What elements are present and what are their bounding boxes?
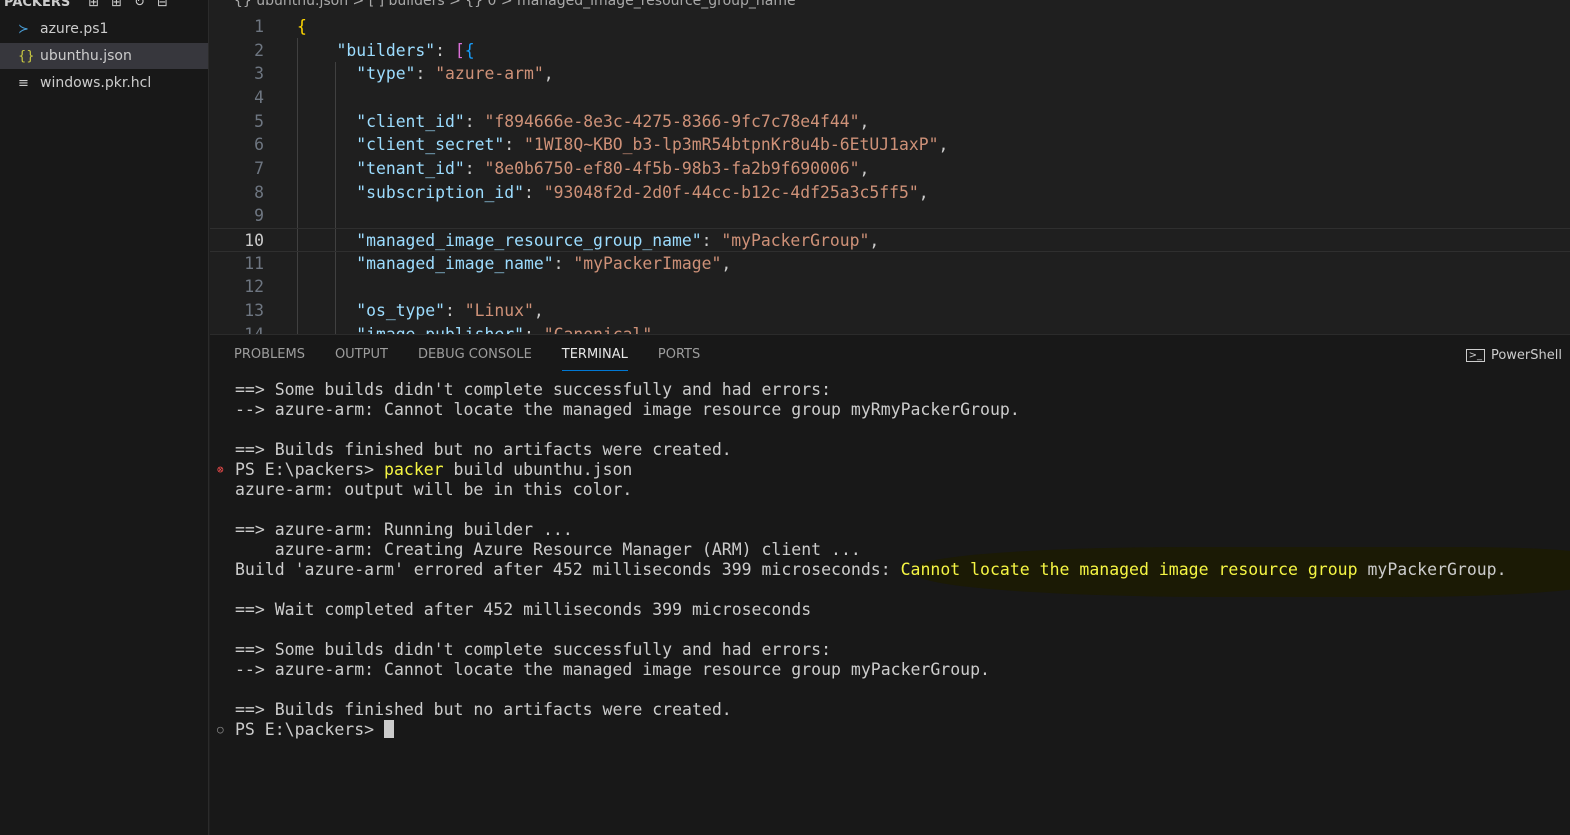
terminal-line: ⊗ PS E:\packers> packer build ubunthu.jso…: [217, 460, 633, 479]
line-number: 5: [254, 111, 264, 131]
code-text: "managed_image_resource_group_name": "my…: [356, 230, 880, 250]
code-text: "type": "azure-arm",: [356, 64, 554, 84]
collapse-icon[interactable]: ⊟: [157, 0, 168, 10]
code-line[interactable]: 1{: [210, 15, 1570, 39]
line-number: 13: [244, 300, 264, 320]
terminal-line: --> azure-arm: Cannot locate the managed…: [235, 660, 990, 679]
line-number: 2: [254, 40, 264, 60]
code-text: "builders": [{: [336, 40, 475, 60]
code-text: "client_id": "f894666e-8e3c-4275-8366-9f…: [356, 111, 870, 131]
tab-terminal[interactable]: TERMINAL: [561, 347, 628, 371]
terminal-output[interactable]: ==> Some builds didn't complete successf…: [217, 380, 1570, 740]
terminal-line: azure-arm: Creating Azure Resource Manag…: [235, 540, 861, 559]
code-line[interactable]: 3 "type": "azure-arm",: [210, 62, 1570, 86]
code-line[interactable]: 12: [210, 275, 1570, 299]
code-line[interactable]: 13 "os_type": "Linux",: [210, 299, 1570, 323]
code-line[interactable]: 11 "managed_image_name": "myPackerImage"…: [210, 252, 1570, 276]
file-azure-ps1[interactable]: ≻ azure.ps1: [0, 16, 208, 42]
command-decoration-icon: ○: [217, 723, 224, 736]
line-number: 3: [254, 64, 264, 84]
breadcrumb[interactable]: {} ubunthu.json > [ ] builders > {} 0 > …: [234, 0, 796, 9]
text-lines-icon: ≡: [18, 75, 29, 91]
line-number: 9: [254, 206, 264, 226]
terminal-shell-selector[interactable]: >_ PowerShell: [1465, 348, 1562, 363]
code-editor[interactable]: {} ubunthu.json > [ ] builders > {} 0 > …: [210, 0, 1570, 334]
code-line[interactable]: 8 "subscription_id": "93048f2d-2d0f-44cc…: [210, 181, 1570, 205]
code-text: "client_secret": "1WI8Q~KBO_b3-lp3mR54bt…: [356, 135, 949, 155]
file-ubunthu-json[interactable]: {} ubunthu.json: [0, 43, 208, 69]
terminal-line: ==> Some builds didn't complete successf…: [235, 640, 832, 659]
terminal-line: ==> Some builds didn't complete successf…: [235, 380, 832, 399]
file-windows-pkr-hcl[interactable]: ≡ windows.pkr.hcl: [0, 70, 208, 96]
file-label: windows.pkr.hcl: [40, 75, 152, 91]
powershell-icon: ≻: [18, 21, 29, 37]
line-number: 10: [244, 230, 264, 250]
code-line[interactable]: 14 "image_publisher": "Canonical",: [210, 323, 1570, 334]
line-number: 8: [254, 182, 264, 202]
new-folder-icon[interactable]: ⊞: [111, 0, 122, 10]
tab-ports[interactable]: PORTS: [658, 347, 700, 371]
tab-debug-console[interactable]: DEBUG CONSOLE: [418, 347, 532, 371]
bottom-panel: PROBLEMS OUTPUT DEBUG CONSOLE TERMINAL PORTS…: [210, 334, 1570, 835]
json-braces-icon: {}: [18, 48, 35, 64]
shell-label: PowerShell: [1490, 348, 1562, 363]
code-text: "managed_image_name": "myPackerImage",: [356, 253, 732, 273]
error-decoration-icon[interactable]: ⊗: [217, 460, 224, 480]
file-label: ubunthu.json: [40, 48, 132, 64]
folder-title[interactable]: PACKERS: [4, 0, 70, 10]
terminal-line: Build 'azure-arm' errored after 452 mill…: [235, 560, 1507, 579]
code-line[interactable]: 9: [210, 204, 1570, 228]
code-line[interactable]: 10 "managed_image_resource_group_name": …: [210, 227, 1570, 252]
code-line[interactable]: 5 "client_id": "f894666e-8e3c-4275-8366-…: [210, 110, 1570, 134]
terminal-prompt[interactable]: ○ PS E:\packers>: [217, 720, 1507, 740]
terminal-line: ==> Wait completed after 452 millisecond…: [235, 600, 812, 619]
line-number: 7: [254, 158, 264, 178]
terminal-line: ==> Builds finished but no artifacts wer…: [235, 440, 732, 459]
code-text: "image_publisher": "Canonical",: [297, 323, 662, 334]
terminal-cursor: [384, 720, 395, 738]
tab-output[interactable]: OUTPUT: [335, 347, 388, 371]
file-label: azure.ps1: [40, 21, 109, 37]
line-number: 6: [254, 135, 264, 155]
terminal-line: azure-arm: output will be in this color.: [235, 480, 633, 499]
code-line[interactable]: 6 "client_secret": "1WI8Q~KBO_b3-lp3mR54…: [210, 133, 1570, 157]
explorer-header: PACKERS ⊞ ⊞ ↻ ⊟: [4, 0, 168, 12]
terminal-line: ==> azure-arm: Running builder ...: [235, 520, 573, 539]
refresh-icon[interactable]: ↻: [134, 0, 145, 10]
code-text: {: [297, 17, 307, 36]
code-line[interactable]: 2 "builders": [{: [210, 39, 1570, 63]
code-line[interactable]: 7 "tenant_id": "8e0b6750-ef80-4f5b-98b3-…: [210, 157, 1570, 181]
explorer-sidebar: PACKERS ⊞ ⊞ ↻ ⊟ ≻ azure.ps1 {} ubunthu.jso…: [0, 0, 209, 835]
line-number: 4: [254, 87, 264, 107]
line-number: 12: [244, 277, 264, 297]
code-line[interactable]: 4: [210, 86, 1570, 110]
line-number: 11: [244, 253, 264, 273]
tab-problems[interactable]: PROBLEMS: [234, 347, 305, 371]
code-text: "subscription_id": "93048f2d-2d0f-44cc-b…: [356, 182, 929, 202]
line-number: 14: [210, 323, 264, 334]
code-text: "tenant_id": "8e0b6750-ef80-4f5b-98b3-fa…: [356, 158, 870, 178]
code-lines[interactable]: 1{2 "builders": [{3 "type": "azure-arm",…: [210, 15, 1570, 334]
terminal-line: --> azure-arm: Cannot locate the managed…: [235, 400, 1020, 419]
code-text: "os_type": "Linux",: [356, 300, 544, 320]
terminal-line: ==> Builds finished but no artifacts wer…: [235, 700, 732, 719]
line-number: 1: [254, 17, 264, 36]
new-file-icon[interactable]: ⊞: [88, 0, 99, 10]
panel-tabs: PROBLEMS OUTPUT DEBUG CONSOLE TERMINAL PORTS: [234, 347, 730, 371]
terminal-icon: >_: [1465, 349, 1485, 362]
